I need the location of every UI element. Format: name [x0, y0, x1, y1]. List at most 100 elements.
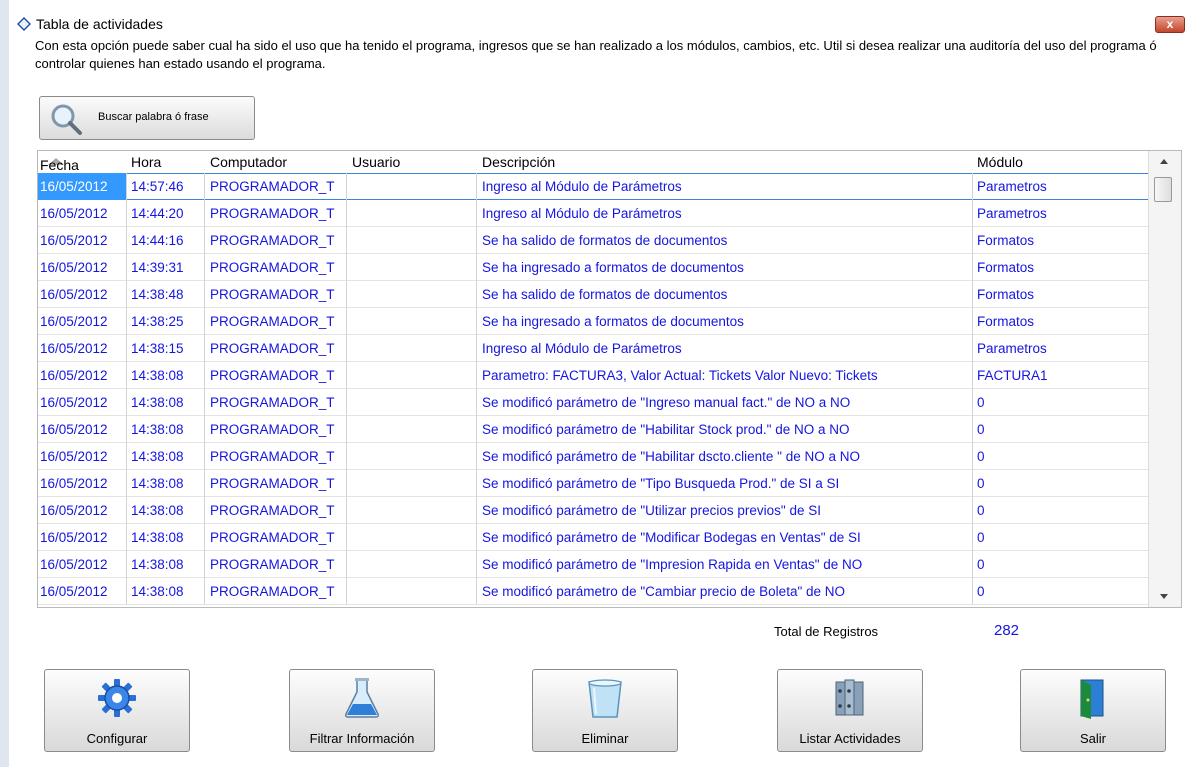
table-row[interactable]: 16/05/2012 14:44:20 PROGRAMADOR_T Ingreso a… [38, 200, 1149, 227]
cell-fecha[interactable]: 16/05/2012 [38, 497, 127, 524]
scroll-up-arrow-icon[interactable] [1160, 159, 1168, 164]
cell-modulo[interactable]: Parametros [973, 335, 1149, 362]
cell-fecha[interactable]: 16/05/2012 [38, 281, 127, 308]
cell-descripcion[interactable]: Se ha salido de formatos de documentos [477, 227, 973, 254]
cell-hora[interactable]: 14:38:15 [127, 335, 205, 362]
listar-actividades-button[interactable]: Listar Actividades [777, 669, 923, 752]
table-row[interactable]: 16/05/2012 14:38:08 PROGRAMADOR_T Parametro… [38, 362, 1149, 389]
column-header-fecha[interactable]: Fecha [40, 154, 79, 173]
column-header-hora[interactable]: Hora [131, 154, 161, 170]
cell-fecha[interactable]: 16/05/2012 [38, 200, 127, 227]
cell-hora[interactable]: 14:44:20 [127, 200, 205, 227]
cell-hora[interactable]: 14:38:08 [127, 497, 205, 524]
cell-modulo[interactable]: FACTURA1 [973, 362, 1149, 389]
cell-modulo[interactable]: 0 [973, 416, 1149, 443]
cell-modulo[interactable]: 0 [973, 551, 1149, 578]
cell-modulo[interactable]: 0 [973, 389, 1149, 416]
cell-hora[interactable]: 14:38:48 [127, 281, 205, 308]
cell-modulo[interactable]: Formatos [973, 254, 1149, 281]
table-row[interactable]: 16/05/2012 14:38:08 PROGRAMADOR_T Se modifi… [38, 389, 1149, 416]
cell-computador[interactable]: PROGRAMADOR_T [205, 281, 347, 308]
table-row[interactable]: 16/05/2012 14:38:25 PROGRAMADOR_T Se ha ing… [38, 308, 1149, 335]
cell-fecha[interactable]: 16/05/2012 [38, 335, 127, 362]
cell-hora[interactable]: 14:57:46 [127, 173, 205, 200]
cell-usuario[interactable] [347, 389, 477, 416]
salir-button[interactable]: Salir [1020, 669, 1166, 752]
cell-descripcion[interactable]: Parametro: FACTURA3, Valor Actual: Ticke… [477, 362, 973, 389]
cell-computador[interactable]: PROGRAMADOR_T [205, 470, 347, 497]
cell-modulo[interactable]: 0 [973, 578, 1149, 605]
cell-descripcion[interactable]: Ingreso al Módulo de Parámetros [477, 200, 973, 227]
column-header-modulo[interactable]: Módulo [977, 154, 1023, 170]
cell-descripcion[interactable]: Se modificó parámetro de "Ingreso manual… [477, 389, 973, 416]
cell-descripcion[interactable]: Se modificó parámetro de "Tipo Busqueda … [477, 470, 973, 497]
cell-descripcion[interactable]: Se ha ingresado a formatos de documentos [477, 308, 973, 335]
cell-hora[interactable]: 14:38:08 [127, 578, 205, 605]
cell-computador[interactable]: PROGRAMADOR_T [205, 200, 347, 227]
cell-descripcion[interactable]: Se modificó parámetro de "Cambiar precio… [477, 578, 973, 605]
activities-table[interactable]: Fecha Hora Computador Usuario Descripció… [37, 150, 1182, 608]
cell-computador[interactable]: PROGRAMADOR_T [205, 173, 347, 200]
cell-usuario[interactable] [347, 416, 477, 443]
close-button[interactable]: x [1155, 16, 1185, 33]
cell-fecha[interactable]: 16/05/2012 [38, 227, 127, 254]
cell-computador[interactable]: PROGRAMADOR_T [205, 335, 347, 362]
cell-computador[interactable]: PROGRAMADOR_T [205, 254, 347, 281]
table-row[interactable]: 16/05/2012 14:38:08 PROGRAMADOR_T Se modifi… [38, 551, 1149, 578]
cell-descripcion[interactable]: Se ha ingresado a formatos de documentos [477, 254, 973, 281]
cell-fecha[interactable]: 16/05/2012 [38, 470, 127, 497]
cell-modulo[interactable]: 0 [973, 443, 1149, 470]
cell-modulo[interactable]: Formatos [973, 227, 1149, 254]
cell-fecha[interactable]: 16/05/2012 [38, 173, 127, 200]
cell-modulo[interactable]: Parametros [973, 173, 1149, 200]
cell-usuario[interactable] [347, 335, 477, 362]
cell-fecha[interactable]: 16/05/2012 [38, 254, 127, 281]
cell-descripcion[interactable]: Se ha salido de formatos de documentos [477, 281, 973, 308]
table-row[interactable]: 16/05/2012 14:38:08 PROGRAMADOR_T Se modifi… [38, 416, 1149, 443]
cell-modulo[interactable]: 0 [973, 497, 1149, 524]
cell-usuario[interactable] [347, 470, 477, 497]
cell-hora[interactable]: 14:38:08 [127, 443, 205, 470]
cell-fecha[interactable]: 16/05/2012 [38, 578, 127, 605]
column-header-descripcion[interactable]: Descripción [482, 154, 555, 170]
cell-fecha[interactable]: 16/05/2012 [38, 416, 127, 443]
cell-descripcion[interactable]: Se modificó parámetro de "Habilitar dsct… [477, 443, 973, 470]
table-row[interactable]: 16/05/2012 14:38:15 PROGRAMADOR_T Ingreso a… [38, 335, 1149, 362]
cell-usuario[interactable] [347, 578, 477, 605]
title-bar[interactable]: Tabla de actividades x [9, 12, 1191, 36]
cell-modulo[interactable]: Parametros [973, 200, 1149, 227]
cell-usuario[interactable] [347, 362, 477, 389]
cell-computador[interactable]: PROGRAMADOR_T [205, 362, 347, 389]
search-phrase-button[interactable]: Buscar palabra ó frase [39, 96, 255, 140]
cell-computador[interactable]: PROGRAMADOR_T [205, 227, 347, 254]
cell-fecha[interactable]: 16/05/2012 [38, 389, 127, 416]
table-row[interactable]: 16/05/2012 14:39:31 PROGRAMADOR_T Se ha ing… [38, 254, 1149, 281]
configurar-button[interactable]: Configurar [44, 669, 190, 752]
cell-hora[interactable]: 14:44:16 [127, 227, 205, 254]
cell-computador[interactable]: PROGRAMADOR_T [205, 578, 347, 605]
table-row[interactable]: 16/05/2012 14:38:08 PROGRAMADOR_T Se modifi… [38, 443, 1149, 470]
cell-usuario[interactable] [347, 308, 477, 335]
cell-modulo[interactable]: 0 [973, 524, 1149, 551]
cell-modulo[interactable]: Formatos [973, 308, 1149, 335]
table-row[interactable]: 16/05/2012 14:38:48 PROGRAMADOR_T Se ha sal… [38, 281, 1149, 308]
cell-descripcion[interactable]: Se modificó parámetro de "Modificar Bode… [477, 524, 973, 551]
cell-fecha[interactable]: 16/05/2012 [38, 362, 127, 389]
table-row[interactable]: 16/05/2012 14:38:08 PROGRAMADOR_T Se modifi… [38, 497, 1149, 524]
table-row[interactable]: 16/05/2012 14:44:16 PROGRAMADOR_T Se ha sal… [38, 227, 1149, 254]
cell-hora[interactable]: 14:38:08 [127, 389, 205, 416]
cell-computador[interactable]: PROGRAMADOR_T [205, 497, 347, 524]
eliminar-button[interactable]: Eliminar [532, 669, 678, 752]
cell-usuario[interactable] [347, 173, 477, 200]
cell-descripcion[interactable]: Ingreso al Módulo de Parámetros [477, 173, 973, 200]
cell-usuario[interactable] [347, 551, 477, 578]
cell-descripcion[interactable]: Ingreso al Módulo de Parámetros [477, 335, 973, 362]
cell-hora[interactable]: 14:38:08 [127, 551, 205, 578]
cell-usuario[interactable] [347, 443, 477, 470]
table-row[interactable]: 16/05/2012 14:38:08 PROGRAMADOR_T Se modifi… [38, 470, 1149, 497]
vertical-scrollbar[interactable] [1148, 151, 1181, 607]
cell-fecha[interactable]: 16/05/2012 [38, 308, 127, 335]
cell-hora[interactable]: 14:39:31 [127, 254, 205, 281]
cell-computador[interactable]: PROGRAMADOR_T [205, 416, 347, 443]
cell-fecha[interactable]: 16/05/2012 [38, 551, 127, 578]
